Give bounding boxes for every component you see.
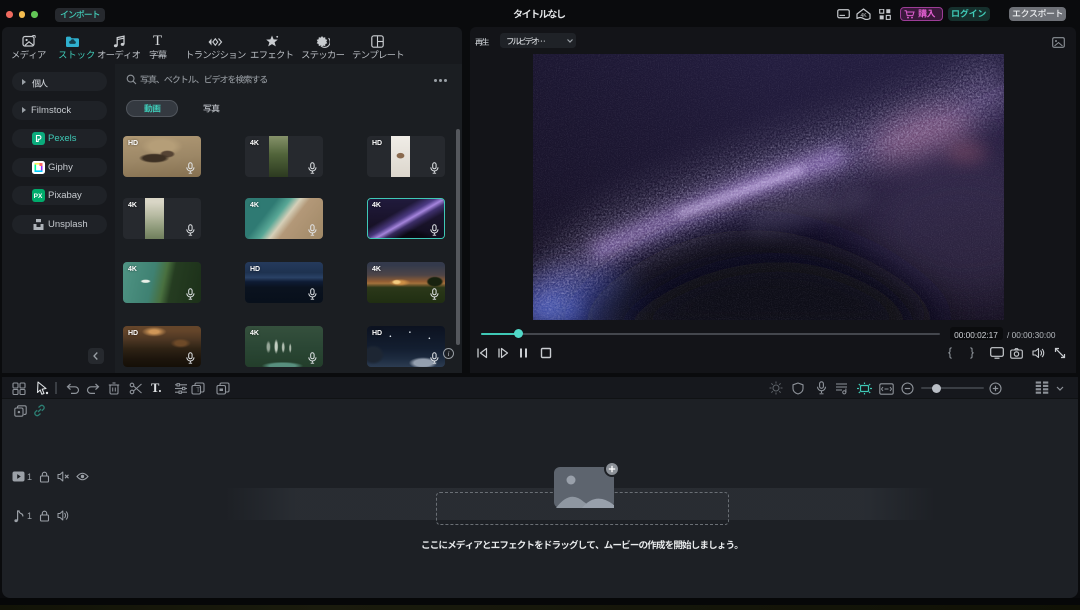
svg-text:T: T [196,388,200,394]
svg-text:4K: 4K [860,13,867,19]
